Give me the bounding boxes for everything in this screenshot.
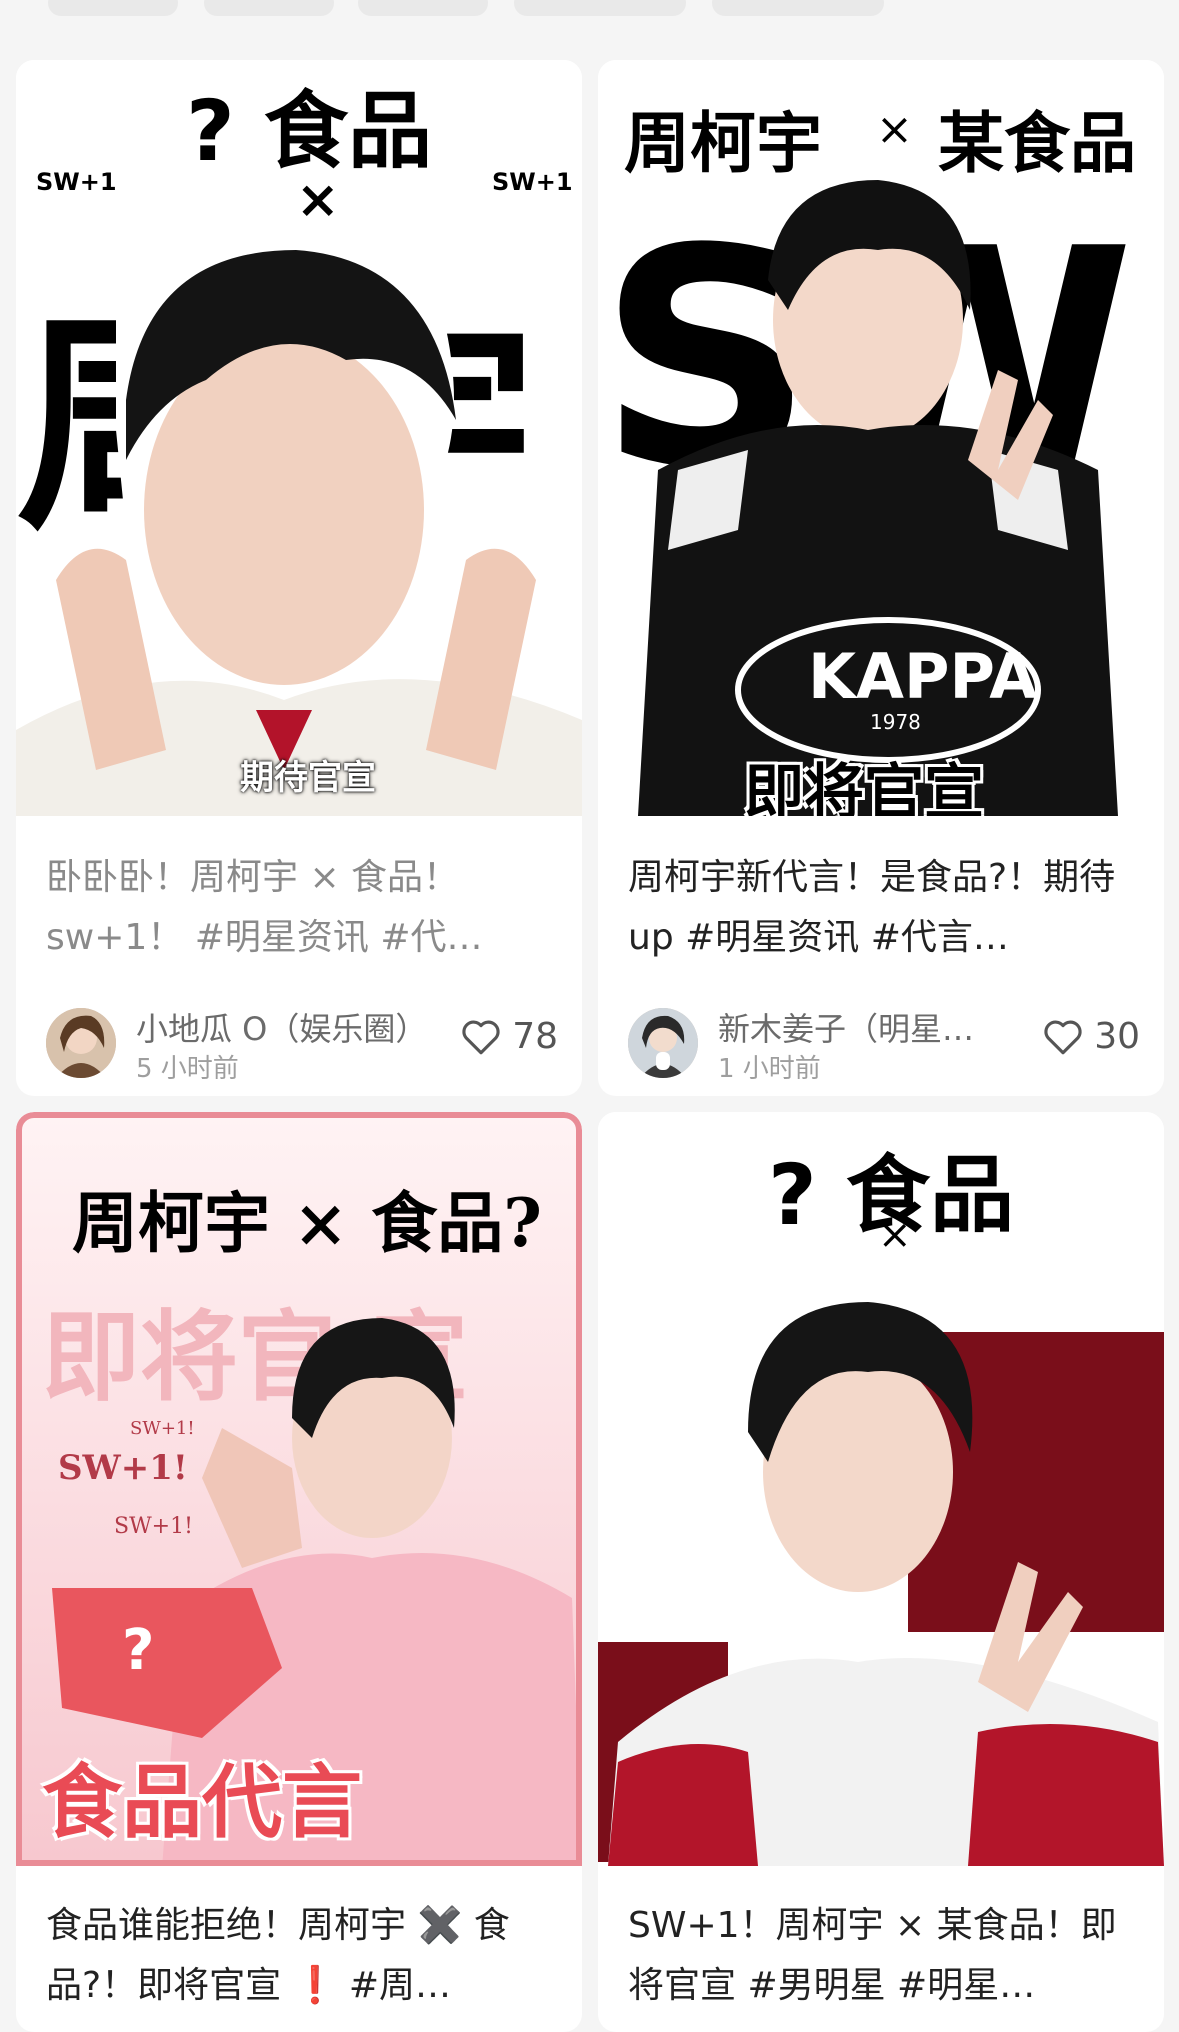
portrait-photo [16,240,582,816]
like-button[interactable]: 30 [1042,1016,1140,1057]
heart-outline-icon [1044,1020,1082,1054]
card-cover-image[interactable]: 周柯宇 × 食品? 即将官 宣 SW+1! SW+1! SW+1! ? 食品代言… [16,1112,582,1866]
cover-question: ? [122,1618,155,1683]
question-card [52,1588,282,1738]
cover-cross: × [878,1212,912,1258]
author-name[interactable]: 小地瓜 O（娱乐圈） [136,1004,427,1050]
card-caption[interactable]: 食品谁能拒绝！周柯宇 ✖️ 食品?！即将官宣 ❗️ #周… [46,1896,558,2016]
card-meta: 小地瓜 O（娱乐圈） 5 小时前 78 [46,1004,558,1084]
post-time: 5 小时前 [136,1054,239,1084]
portrait-photo [598,1302,1164,1866]
cover-cross: × [296,170,340,230]
author-name[interactable]: 新木姜子（明星… [718,1004,974,1050]
cover-tag-left: SW+1 [36,168,117,196]
cover-headline: 周柯宇 × 食品? [72,1184,542,1262]
heart-outline-icon [462,1020,500,1054]
feed-card[interactable]: 周柯宇 × 食品? 即将官 宣 SW+1! SW+1! SW+1! ? 食品代言… [16,1112,582,2032]
cover-stamp: 即将官宣 [744,758,984,816]
author-avatar[interactable] [46,1008,116,1078]
cover-cross: × [876,104,913,155]
card-meta: 新木姜子（明星… 1 小时前 30 [628,1004,1140,1084]
card-cover-image[interactable]: 周柯宇 × 某食品 SW KAPPA 1978 即将官宣 [598,60,1164,816]
like-count: 78 [512,1016,558,1057]
like-count: 30 [1094,1016,1140,1057]
filter-pill[interactable] [48,0,178,16]
post-time: 1 小时前 [718,1054,821,1084]
cover-stamp: 期待官宣 [240,758,376,798]
card-cover-image[interactable]: ? 食品 × [598,1112,1164,1866]
shirt-year: 1978 [870,710,921,734]
filter-pill[interactable] [358,0,488,16]
card-cover-image[interactable]: ? 食品 SW+1 SW+1 × 周 宇 期待官宣 [16,60,582,816]
card-caption[interactable]: 周柯宇新代言！是食品?！期待 up #明星资讯 #代言… [628,848,1140,968]
author-avatar[interactable] [628,1008,698,1078]
cover-headline: ? 食品 [186,82,432,180]
feed-card[interactable]: ? 食品 × SW+1！周柯宇 × 某食品！即将官宣 #男明星 #明星… [598,1112,1164,2032]
shirt-brand: KAPPA [808,640,1038,713]
filter-strip [0,0,1179,22]
filter-pill[interactable] [204,0,334,16]
cover-bottom-word: 食品代言sw+1 [42,1756,362,1860]
card-caption[interactable]: 卧卧卧！周柯宇 × 食品！sw+1！ #明星资讯 #代… [46,848,558,968]
card-caption[interactable]: SW+1！周柯宇 × 某食品！即将官宣 #男明星 #明星… [628,1896,1140,2016]
filter-pill[interactable] [514,0,686,16]
feed-card[interactable]: ? 食品 SW+1 SW+1 × 周 宇 期待官宣 卧卧卧！周柯宇 × 食品！s… [16,60,582,1096]
feed-card[interactable]: 周柯宇 × 某食品 SW KAPPA 1978 即将官宣 周柯宇新代言！是食品?… [598,60,1164,1096]
like-button[interactable]: 78 [460,1016,558,1057]
filter-pill[interactable] [712,0,884,16]
cover-tag-right: SW+1 [492,168,573,196]
